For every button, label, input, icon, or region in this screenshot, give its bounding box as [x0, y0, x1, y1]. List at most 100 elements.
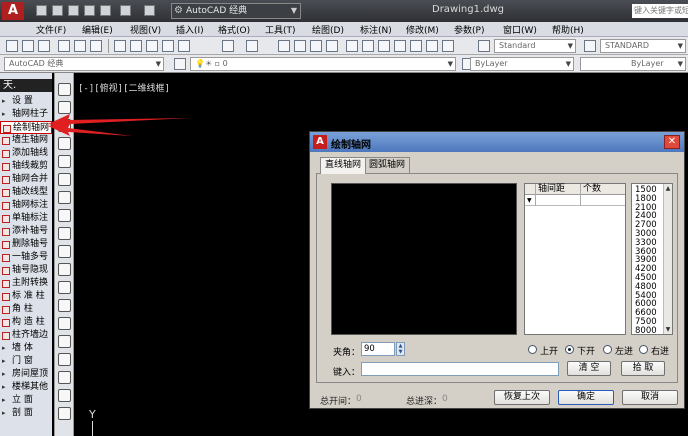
sidebar-item[interactable]: 添加轴线: [0, 147, 52, 160]
make-block-icon[interactable]: [58, 299, 71, 312]
sidebar-item[interactable]: ▸ 立 面: [0, 394, 52, 407]
autocad-logo-icon[interactable]: A: [2, 2, 24, 20]
ok-button[interactable]: 确定: [558, 390, 614, 405]
tool-palettes-icon[interactable]: [378, 40, 390, 52]
design-center-icon[interactable]: [362, 40, 374, 52]
sidebar-item[interactable]: ▸ 房间屋顶: [0, 368, 52, 381]
print-icon[interactable]: [100, 5, 111, 16]
new-icon[interactable]: [6, 40, 18, 52]
open-file-icon[interactable]: [52, 5, 63, 16]
plot-icon[interactable]: [58, 40, 70, 52]
spacing-values-list[interactable]: 1500 1800 2100 2400 2700 3000 3300 3600 3900 4200…: [631, 183, 673, 335]
hatch-icon[interactable]: [58, 335, 71, 348]
undo-icon[interactable]: [120, 5, 131, 16]
scroll-up-icon[interactable]: ▲: [664, 184, 672, 193]
menu-dimension[interactable]: 标注(N): [360, 23, 392, 36]
menu-modify[interactable]: 修改(M): [406, 23, 439, 36]
markup-icon[interactable]: [410, 40, 422, 52]
pick-button[interactable]: 拾 取: [621, 361, 665, 376]
rectangle-icon[interactable]: [58, 155, 71, 168]
point-icon[interactable]: [58, 317, 71, 330]
revcloud-icon[interactable]: [58, 209, 71, 222]
save-icon[interactable]: [38, 40, 50, 52]
angle-input[interactable]: 90: [361, 342, 395, 356]
restore-last-button[interactable]: 恢复上次: [494, 390, 550, 405]
open-icon[interactable]: [22, 40, 34, 52]
sidebar-item[interactable]: ▸ 剖 面: [0, 407, 52, 420]
table-icon[interactable]: [58, 389, 71, 402]
insert-block-icon[interactable]: [58, 281, 71, 294]
radio-top-open[interactable]: [528, 345, 537, 354]
sidebar-item[interactable]: 轴号隐现: [0, 264, 52, 277]
zoom-previous-icon[interactable]: [326, 40, 338, 52]
line-icon[interactable]: [58, 83, 71, 96]
sidebar-item[interactable]: 单轴标注: [0, 212, 52, 225]
tab-straight-grid[interactable]: 直线轴网: [320, 157, 367, 174]
sidebar-item[interactable]: 主附转换: [0, 277, 52, 290]
cancel-button[interactable]: 取消: [622, 390, 678, 405]
text-style-icon[interactable]: [478, 40, 490, 52]
workspace-dropdown[interactable]: ⚙ AutoCAD 经典 ▼: [171, 3, 301, 19]
key-in-input[interactable]: [361, 362, 559, 376]
multiline-text-icon[interactable]: [58, 407, 71, 420]
angle-spinner[interactable]: ▲ ▼: [396, 342, 405, 356]
radio-right-depth[interactable]: [639, 345, 648, 354]
redo-icon[interactable]: [144, 5, 155, 16]
save-icon[interactable]: [68, 5, 79, 16]
clear-button[interactable]: 清 空: [567, 361, 611, 376]
sidebar-item[interactable]: 角 柱: [0, 303, 52, 316]
search-input[interactable]: 键入关键字或短语: [632, 4, 688, 18]
help-icon[interactable]: [442, 40, 454, 52]
menu-tools[interactable]: 工具(T): [265, 23, 296, 36]
menu-edit[interactable]: 编辑(E): [82, 23, 113, 36]
sidebar-item[interactable]: 轴线裁剪: [0, 160, 52, 173]
block-editor-icon[interactable]: [178, 40, 190, 52]
zoom-realtime-icon[interactable]: [294, 40, 306, 52]
dim-style-select[interactable]: STANDARD ▼: [600, 39, 686, 53]
radio-bottom-open[interactable]: [565, 345, 574, 354]
sidebar-item[interactable]: ▸ 楼梯其他: [0, 381, 52, 394]
sheet-set-icon[interactable]: [394, 40, 406, 52]
pan-icon[interactable]: [278, 40, 290, 52]
paste-icon[interactable]: [146, 40, 158, 52]
zoom-window-icon[interactable]: [310, 40, 322, 52]
viewport-label[interactable]: [-][俯视][二维线框]: [78, 81, 170, 94]
save-as-icon[interactable]: [84, 5, 95, 16]
layer-properties-icon[interactable]: [174, 58, 186, 70]
sidebar-item[interactable]: 添补轴号: [0, 225, 52, 238]
workspace-select[interactable]: AutoCAD 经典 ▼: [4, 57, 164, 71]
sidebar-item[interactable]: 柱齐墙边: [0, 329, 52, 342]
circle-icon[interactable]: [58, 191, 71, 204]
arc-icon[interactable]: [58, 173, 71, 186]
publish-icon[interactable]: [90, 40, 102, 52]
sidebar-item[interactable]: 一轴多号: [0, 251, 52, 264]
menu-parameters[interactable]: 参数(P): [454, 23, 484, 36]
menu-draw[interactable]: 绘图(D): [312, 23, 344, 36]
sidebar-item[interactable]: ▸ 墙 体: [0, 342, 52, 355]
redo-icon[interactable]: [246, 40, 258, 52]
spline-icon[interactable]: [58, 227, 71, 240]
new-file-icon[interactable]: [36, 5, 47, 16]
ellipse-arc-icon[interactable]: [58, 263, 71, 276]
properties-icon[interactable]: [346, 40, 358, 52]
sidebar-item[interactable]: ▸ 门 窗: [0, 355, 52, 368]
list-item[interactable]: 8000: [635, 326, 657, 336]
linetype-select[interactable]: ByLayer ▼: [580, 57, 686, 71]
color-select[interactable]: ByLayer ▼: [470, 57, 574, 71]
close-button[interactable]: ✕: [664, 135, 680, 149]
text-style-select[interactable]: Standard ▼: [494, 39, 576, 53]
dim-style-icon[interactable]: [584, 40, 596, 52]
spacing-table[interactable]: 轴间距 个数 ▼: [524, 183, 626, 335]
menu-insert[interactable]: 插入(I): [176, 23, 204, 36]
menu-view[interactable]: 视图(V): [130, 23, 161, 36]
tab-arc-grid[interactable]: 圆弧轴网: [364, 157, 411, 173]
gradient-icon[interactable]: [58, 353, 71, 366]
sidebar-item[interactable]: ▸ 设 置: [0, 95, 52, 108]
sidebar-item[interactable]: 删除轴号: [0, 238, 52, 251]
scroll-down-icon[interactable]: ▼: [664, 325, 672, 334]
radio-left-depth[interactable]: [603, 345, 612, 354]
sidebar-item[interactable]: 轴网合并: [0, 173, 52, 186]
sidebar-item[interactable]: 构 造 柱: [0, 316, 52, 329]
calculator-icon[interactable]: [426, 40, 438, 52]
layer-select[interactable]: 💡☀ ▫ 0 ▼: [190, 57, 456, 71]
